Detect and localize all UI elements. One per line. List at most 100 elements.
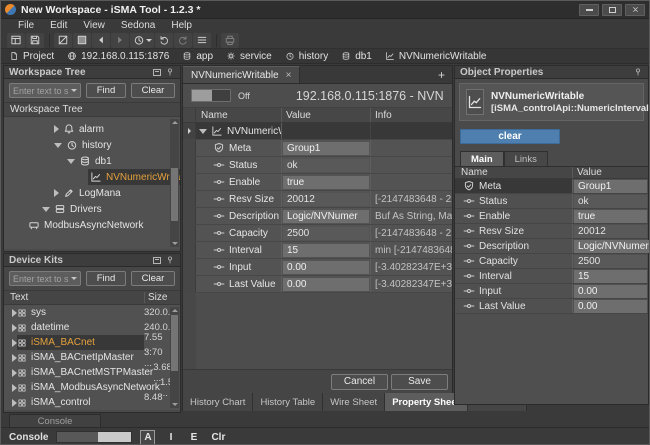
value-field[interactable]: 0.00 xyxy=(574,285,647,298)
search-combo[interactable] xyxy=(9,271,81,286)
expander-collapsed-icon[interactable] xyxy=(54,125,59,133)
vertical-scrollbar[interactable] xyxy=(170,307,179,408)
column-name[interactable]: Name xyxy=(196,108,282,122)
breadcrumb-item-project[interactable]: Project xyxy=(9,51,54,62)
object-row-resv-size[interactable]: Resv Size 20012 xyxy=(455,224,648,239)
breadcrumb-item-history[interactable]: history xyxy=(285,51,328,62)
column-info[interactable]: Info xyxy=(371,108,452,122)
tree-item-drivers[interactable]: Drivers xyxy=(4,201,180,217)
value-field[interactable]: 15 xyxy=(283,244,369,257)
tree-item-alarm[interactable]: alarm xyxy=(4,121,180,137)
history-clock-icon[interactable] xyxy=(130,33,154,48)
tab-nvnumericwritable[interactable]: NVNumericWritable × xyxy=(183,66,300,83)
tab-wire-sheet[interactable]: Wire Sheet xyxy=(323,393,385,411)
breadcrumb-item-db1[interactable]: db1 xyxy=(341,51,372,62)
live-toggle[interactable] xyxy=(191,89,231,102)
property-row-meta[interactable]: Meta Group1 xyxy=(183,140,452,157)
value-field[interactable]: Logic/NVNumer xyxy=(574,240,650,253)
property-row-capacity[interactable]: Capacity 2500 [-2147483648 - 21474... xyxy=(183,225,452,242)
save-icon[interactable] xyxy=(26,33,44,48)
object-row-capacity[interactable]: Capacity 2500 xyxy=(455,254,648,269)
value-field[interactable]: Group1 xyxy=(283,142,369,155)
menu-file[interactable]: File xyxy=(11,20,41,31)
object-row-input[interactable]: Input 0.00 xyxy=(455,284,648,299)
column-name[interactable]: Name xyxy=(455,167,573,178)
close-button[interactable] xyxy=(625,4,645,16)
column-text[interactable]: Text xyxy=(4,292,144,303)
list-icon[interactable] xyxy=(193,33,211,48)
expander-expanded-icon[interactable] xyxy=(42,207,50,212)
breadcrumb-item-nvnumericwritable[interactable]: NVNumericWritable xyxy=(385,51,487,62)
expander-collapsed-icon[interactable] xyxy=(54,189,59,197)
object-row-enable[interactable]: Enable true xyxy=(455,209,648,224)
scroll-down-icon[interactable] xyxy=(172,403,178,406)
search-combo[interactable] xyxy=(9,83,81,98)
vertical-scrollbar[interactable] xyxy=(170,119,179,247)
menu-view[interactable]: View xyxy=(76,20,112,31)
property-row-last-value[interactable]: Last Value 0.00 [-3.40282347E+38 - 3.4..… xyxy=(183,276,452,293)
search-input[interactable] xyxy=(10,274,71,284)
scrollbar-thumb[interactable] xyxy=(171,168,178,222)
tab-history-table[interactable]: History Table xyxy=(253,393,323,411)
console-error-button[interactable]: E xyxy=(186,430,201,445)
find-button[interactable]: Find xyxy=(86,271,126,286)
value-field[interactable]: 0.00 xyxy=(283,261,369,274)
breadcrumb-item-app[interactable]: app xyxy=(182,51,213,62)
collapse-panel-icon[interactable] xyxy=(153,257,161,264)
clear-button[interactable]: Clear xyxy=(131,271,175,286)
value-field[interactable]: 0.00 xyxy=(283,278,369,291)
console-all-button[interactable]: A xyxy=(140,430,155,445)
breadcrumb-item-device[interactable]: 192.168.0.115:1876 xyxy=(67,51,169,62)
expander-expanded-icon[interactable] xyxy=(67,159,75,164)
scroll-up-icon[interactable] xyxy=(172,121,178,124)
kit-row-sys[interactable]: sys 320.0... xyxy=(4,305,180,320)
breadcrumb-item-service[interactable]: service xyxy=(226,51,272,62)
expander-expanded-icon[interactable] xyxy=(54,143,62,148)
property-row-status[interactable]: Status ok xyxy=(183,157,452,174)
property-row-resv-size[interactable]: Resv Size 20012 [-2147483648 - 21474... xyxy=(183,191,452,208)
search-input[interactable] xyxy=(10,86,71,96)
tree-item-logmana[interactable]: LogMana xyxy=(4,185,180,201)
property-row-root[interactable]: NVNumericWrit... xyxy=(183,123,452,140)
property-row-enable[interactable]: Enable true xyxy=(183,174,452,191)
kit-row-isma-control[interactable]: iSMA_control 8.48 ... xyxy=(4,395,180,410)
menu-sedona[interactable]: Sedona xyxy=(114,20,162,31)
cancel-button[interactable]: Cancel xyxy=(331,374,388,390)
tab-console[interactable]: Console xyxy=(9,414,101,427)
object-row-last-value[interactable]: Last Value 0.00 xyxy=(455,299,648,314)
save-button[interactable]: Save xyxy=(391,374,448,390)
value-field[interactable]: Logic/NVNumer xyxy=(283,210,369,223)
tab-main[interactable]: Main xyxy=(460,151,504,166)
property-row-interval[interactable]: Interval 15 min [-2147483648 - 21... xyxy=(183,242,452,259)
tree-item-nvnumericwritable[interactable]: NVNumericWritable xyxy=(4,169,180,185)
edit-sheet-icon[interactable] xyxy=(54,33,72,48)
value-field[interactable]: true xyxy=(574,210,647,223)
column-size[interactable]: Size xyxy=(144,292,180,303)
new-tab-button[interactable]: + xyxy=(431,66,452,83)
tree-item-db1[interactable]: db1 xyxy=(4,153,180,169)
console-clear-button[interactable]: Clr xyxy=(209,430,227,445)
object-row-description[interactable]: Description Logic/NVNumer xyxy=(455,239,648,254)
value-field[interactable]: Group1 xyxy=(574,180,647,193)
object-row-meta[interactable]: Meta Group1 xyxy=(455,179,648,194)
property-row-input[interactable]: Input 0.00 [-3.40282347E+38 - 3.4... xyxy=(183,259,452,276)
tab-links[interactable]: Links xyxy=(504,151,548,166)
clear-button[interactable]: Clear xyxy=(131,83,175,98)
pin-icon[interactable] xyxy=(165,67,175,77)
tab-history-chart[interactable]: History Chart xyxy=(183,393,253,411)
close-tab-icon[interactable]: × xyxy=(286,70,292,81)
clear-button[interactable]: clear xyxy=(460,129,560,144)
back-icon[interactable] xyxy=(92,33,110,48)
object-row-status[interactable]: Status ok xyxy=(455,194,648,209)
collapse-panel-icon[interactable] xyxy=(153,69,161,76)
kit-row-isma-bacnetmstpmaster[interactable]: iSMA_BACnetMSTPMaster 3.68 ... xyxy=(4,365,180,380)
find-button[interactable]: Find xyxy=(86,83,126,98)
menu-help[interactable]: Help xyxy=(164,20,199,31)
forward-icon[interactable] xyxy=(111,33,129,48)
menu-edit[interactable]: Edit xyxy=(43,20,74,31)
pin-icon[interactable] xyxy=(165,255,175,265)
minimize-button[interactable] xyxy=(579,4,599,16)
property-row-description[interactable]: Description Logic/NVNumer Buf As String,… xyxy=(183,208,452,225)
print-icon[interactable] xyxy=(221,33,239,48)
maximize-button[interactable] xyxy=(602,4,622,16)
